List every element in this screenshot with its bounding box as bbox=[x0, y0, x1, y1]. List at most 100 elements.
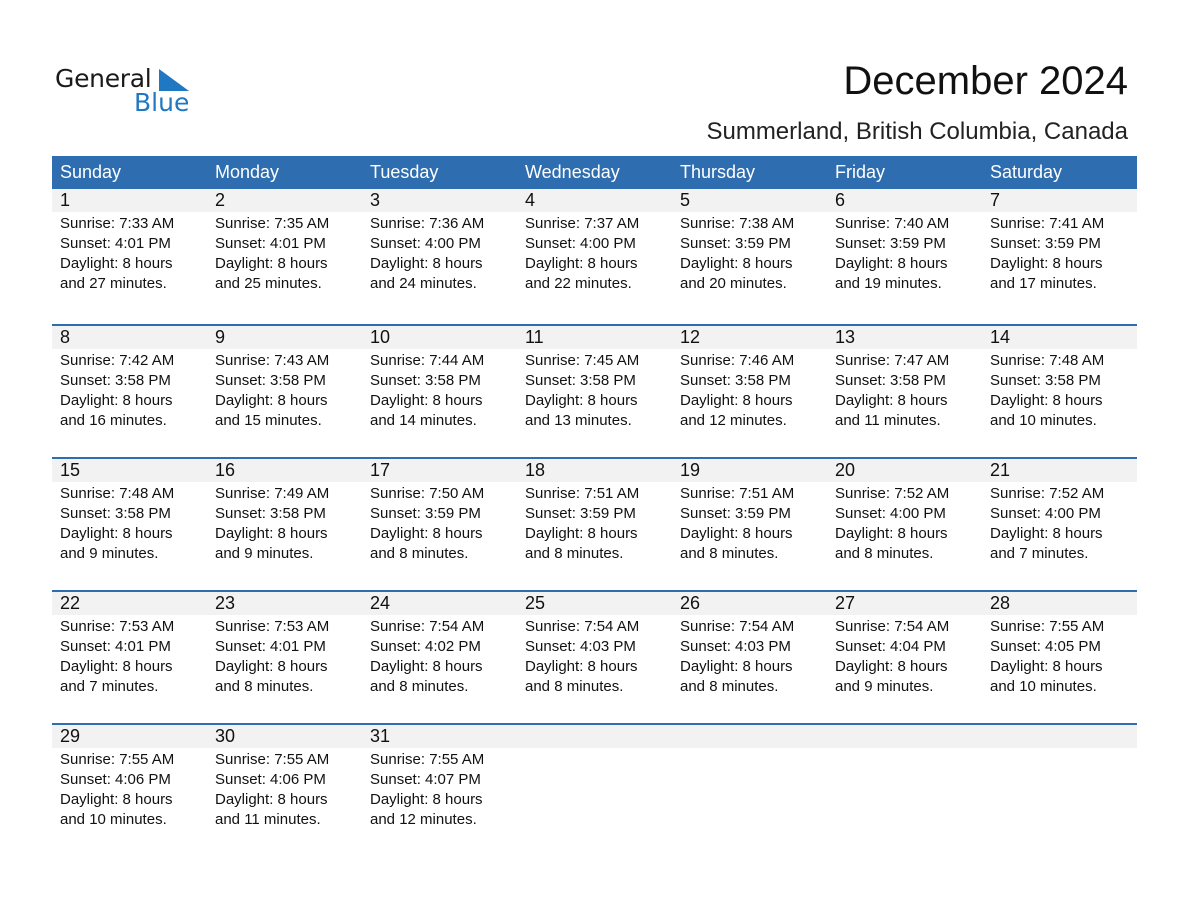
day-number: 20 bbox=[827, 459, 982, 482]
empty-day-cell bbox=[982, 725, 1137, 856]
day-info: Sunrise: 7:54 AM Sunset: 4:03 PM Daylight:… bbox=[672, 615, 827, 697]
daylight-hours: Daylight: 8 hours bbox=[60, 658, 173, 675]
day-cell: 14 Sunrise: 7:48 AM Sunset: 3:58 PM Dayligh… bbox=[982, 326, 1137, 457]
day-number: 30 bbox=[207, 725, 362, 748]
day-cell: 21 Sunrise: 7:52 AM Sunset: 4:00 PM Dayligh… bbox=[982, 459, 1137, 590]
daylight-hours: Daylight: 8 hours bbox=[990, 658, 1103, 675]
daylight-minutes: and 27 minutes. bbox=[60, 275, 167, 292]
daylight-hours: Daylight: 8 hours bbox=[525, 658, 638, 675]
day-number: 15 bbox=[52, 459, 207, 482]
daylight-hours: Daylight: 8 hours bbox=[525, 392, 638, 409]
daylight-minutes: and 11 minutes. bbox=[215, 811, 321, 828]
sunrise-time: Sunrise: 7:54 AM bbox=[835, 618, 950, 635]
sunrise-time: Sunrise: 7:41 AM bbox=[990, 215, 1105, 232]
daylight-hours: Daylight: 8 hours bbox=[680, 255, 793, 272]
sunset-time: Sunset: 3:58 PM bbox=[370, 372, 481, 389]
day-info: Sunrise: 7:53 AM Sunset: 4:01 PM Daylight:… bbox=[207, 615, 362, 697]
sunrise-time: Sunrise: 7:35 AM bbox=[215, 215, 330, 232]
sunset-time: Sunset: 4:02 PM bbox=[370, 638, 481, 655]
day-info: Sunrise: 7:54 AM Sunset: 4:02 PM Daylight:… bbox=[362, 615, 517, 697]
week-row: 29 Sunrise: 7:55 AM Sunset: 4:06 PM Dayligh… bbox=[52, 723, 1137, 856]
weekday-monday: Monday bbox=[215, 162, 280, 182]
daylight-minutes: and 20 minutes. bbox=[680, 275, 787, 292]
daylight-minutes: and 12 minutes. bbox=[680, 412, 787, 429]
daylight-hours: Daylight: 8 hours bbox=[60, 255, 173, 272]
day-cell: 15 Sunrise: 7:48 AM Sunset: 3:58 PM Dayligh… bbox=[52, 459, 207, 590]
day-number: 23 bbox=[207, 592, 362, 615]
day-cell: 2 Sunrise: 7:35 AM Sunset: 4:01 PM Daylight… bbox=[207, 189, 362, 320]
daylight-minutes: and 8 minutes. bbox=[525, 545, 624, 562]
daylight-hours: Daylight: 8 hours bbox=[215, 791, 328, 808]
day-info: Sunrise: 7:47 AM Sunset: 3:58 PM Daylight:… bbox=[827, 349, 982, 431]
daylight-hours: Daylight: 8 hours bbox=[60, 791, 173, 808]
daylight-minutes: and 15 minutes. bbox=[215, 412, 322, 429]
day-number: 18 bbox=[517, 459, 672, 482]
sunrise-time: Sunrise: 7:53 AM bbox=[215, 618, 330, 635]
day-info: Sunrise: 7:54 AM Sunset: 4:03 PM Daylight:… bbox=[517, 615, 672, 697]
day-info: Sunrise: 7:52 AM Sunset: 4:00 PM Daylight:… bbox=[982, 482, 1137, 564]
daylight-minutes: and 8 minutes. bbox=[680, 545, 779, 562]
sunrise-time: Sunrise: 7:46 AM bbox=[680, 352, 795, 369]
sunrise-time: Sunrise: 7:47 AM bbox=[835, 352, 950, 369]
daylight-minutes: and 19 minutes. bbox=[835, 275, 942, 292]
day-number: 9 bbox=[207, 326, 362, 349]
daylight-minutes: and 10 minutes. bbox=[990, 678, 1097, 695]
day-info: Sunrise: 7:53 AM Sunset: 4:01 PM Daylight:… bbox=[52, 615, 207, 697]
day-number bbox=[672, 725, 827, 748]
day-info: Sunrise: 7:50 AM Sunset: 3:59 PM Daylight:… bbox=[362, 482, 517, 564]
daylight-minutes: and 12 minutes. bbox=[370, 811, 477, 828]
sunset-time: Sunset: 3:58 PM bbox=[215, 505, 326, 522]
day-info: Sunrise: 7:36 AM Sunset: 4:00 PM Daylight:… bbox=[362, 212, 517, 294]
day-info: Sunrise: 7:45 AM Sunset: 3:58 PM Daylight:… bbox=[517, 349, 672, 431]
day-number bbox=[982, 725, 1137, 748]
day-number: 26 bbox=[672, 592, 827, 615]
daylight-minutes: and 8 minutes. bbox=[680, 678, 779, 695]
week-row: 8 Sunrise: 7:42 AM Sunset: 3:58 PM Daylight… bbox=[52, 324, 1137, 457]
day-cell: 17 Sunrise: 7:50 AM Sunset: 3:59 PM Dayligh… bbox=[362, 459, 517, 590]
sunset-time: Sunset: 4:07 PM bbox=[370, 771, 481, 788]
sunrise-time: Sunrise: 7:55 AM bbox=[990, 618, 1105, 635]
day-info: Sunrise: 7:55 AM Sunset: 4:06 PM Daylight:… bbox=[207, 748, 362, 830]
daylight-hours: Daylight: 8 hours bbox=[990, 525, 1103, 542]
day-cell: 1 Sunrise: 7:33 AM Sunset: 4:01 PM Daylight… bbox=[52, 189, 207, 320]
day-cell: 5 Sunrise: 7:38 AM Sunset: 3:59 PM Daylight… bbox=[672, 189, 827, 320]
day-cell: 29 Sunrise: 7:55 AM Sunset: 4:06 PM Dayligh… bbox=[52, 725, 207, 856]
day-number: 21 bbox=[982, 459, 1137, 482]
sunset-time: Sunset: 3:59 PM bbox=[990, 235, 1101, 252]
day-cell: 20 Sunrise: 7:52 AM Sunset: 4:00 PM Dayligh… bbox=[827, 459, 982, 590]
day-info: Sunrise: 7:43 AM Sunset: 3:58 PM Daylight:… bbox=[207, 349, 362, 431]
daylight-hours: Daylight: 8 hours bbox=[215, 255, 328, 272]
day-number: 11 bbox=[517, 326, 672, 349]
location-subtitle: Summerland, British Columbia, Canada bbox=[706, 118, 1128, 145]
daylight-hours: Daylight: 8 hours bbox=[680, 658, 793, 675]
weekday-wednesday: Wednesday bbox=[525, 162, 620, 182]
day-info: Sunrise: 7:51 AM Sunset: 3:59 PM Daylight:… bbox=[672, 482, 827, 564]
empty-day-cell bbox=[827, 725, 982, 856]
day-number: 13 bbox=[827, 326, 982, 349]
day-info: Sunrise: 7:48 AM Sunset: 3:58 PM Daylight:… bbox=[52, 482, 207, 564]
daylight-minutes: and 24 minutes. bbox=[370, 275, 477, 292]
sunset-time: Sunset: 3:59 PM bbox=[525, 505, 636, 522]
day-number: 3 bbox=[362, 189, 517, 212]
day-number: 14 bbox=[982, 326, 1137, 349]
sunrise-time: Sunrise: 7:36 AM bbox=[370, 215, 485, 232]
daylight-hours: Daylight: 8 hours bbox=[835, 525, 948, 542]
daylight-minutes: and 13 minutes. bbox=[525, 412, 632, 429]
daylight-hours: Daylight: 8 hours bbox=[370, 658, 483, 675]
day-cell: 30 Sunrise: 7:55 AM Sunset: 4:06 PM Dayligh… bbox=[207, 725, 362, 856]
day-info: Sunrise: 7:54 AM Sunset: 4:04 PM Daylight:… bbox=[827, 615, 982, 697]
daylight-hours: Daylight: 8 hours bbox=[990, 255, 1103, 272]
daylight-hours: Daylight: 8 hours bbox=[990, 392, 1103, 409]
sunrise-time: Sunrise: 7:42 AM bbox=[60, 352, 175, 369]
sunset-time: Sunset: 4:05 PM bbox=[990, 638, 1101, 655]
day-info: Sunrise: 7:41 AM Sunset: 3:59 PM Daylight:… bbox=[982, 212, 1137, 294]
sunset-time: Sunset: 4:03 PM bbox=[680, 638, 791, 655]
day-info: Sunrise: 7:49 AM Sunset: 3:58 PM Daylight:… bbox=[207, 482, 362, 564]
daylight-minutes: and 9 minutes. bbox=[835, 678, 934, 695]
day-info: Sunrise: 7:40 AM Sunset: 3:59 PM Daylight:… bbox=[827, 212, 982, 294]
sunrise-time: Sunrise: 7:51 AM bbox=[525, 485, 640, 502]
sunrise-time: Sunrise: 7:54 AM bbox=[525, 618, 640, 635]
daylight-hours: Daylight: 8 hours bbox=[835, 658, 948, 675]
sunrise-time: Sunrise: 7:33 AM bbox=[60, 215, 175, 232]
sunrise-time: Sunrise: 7:50 AM bbox=[370, 485, 485, 502]
